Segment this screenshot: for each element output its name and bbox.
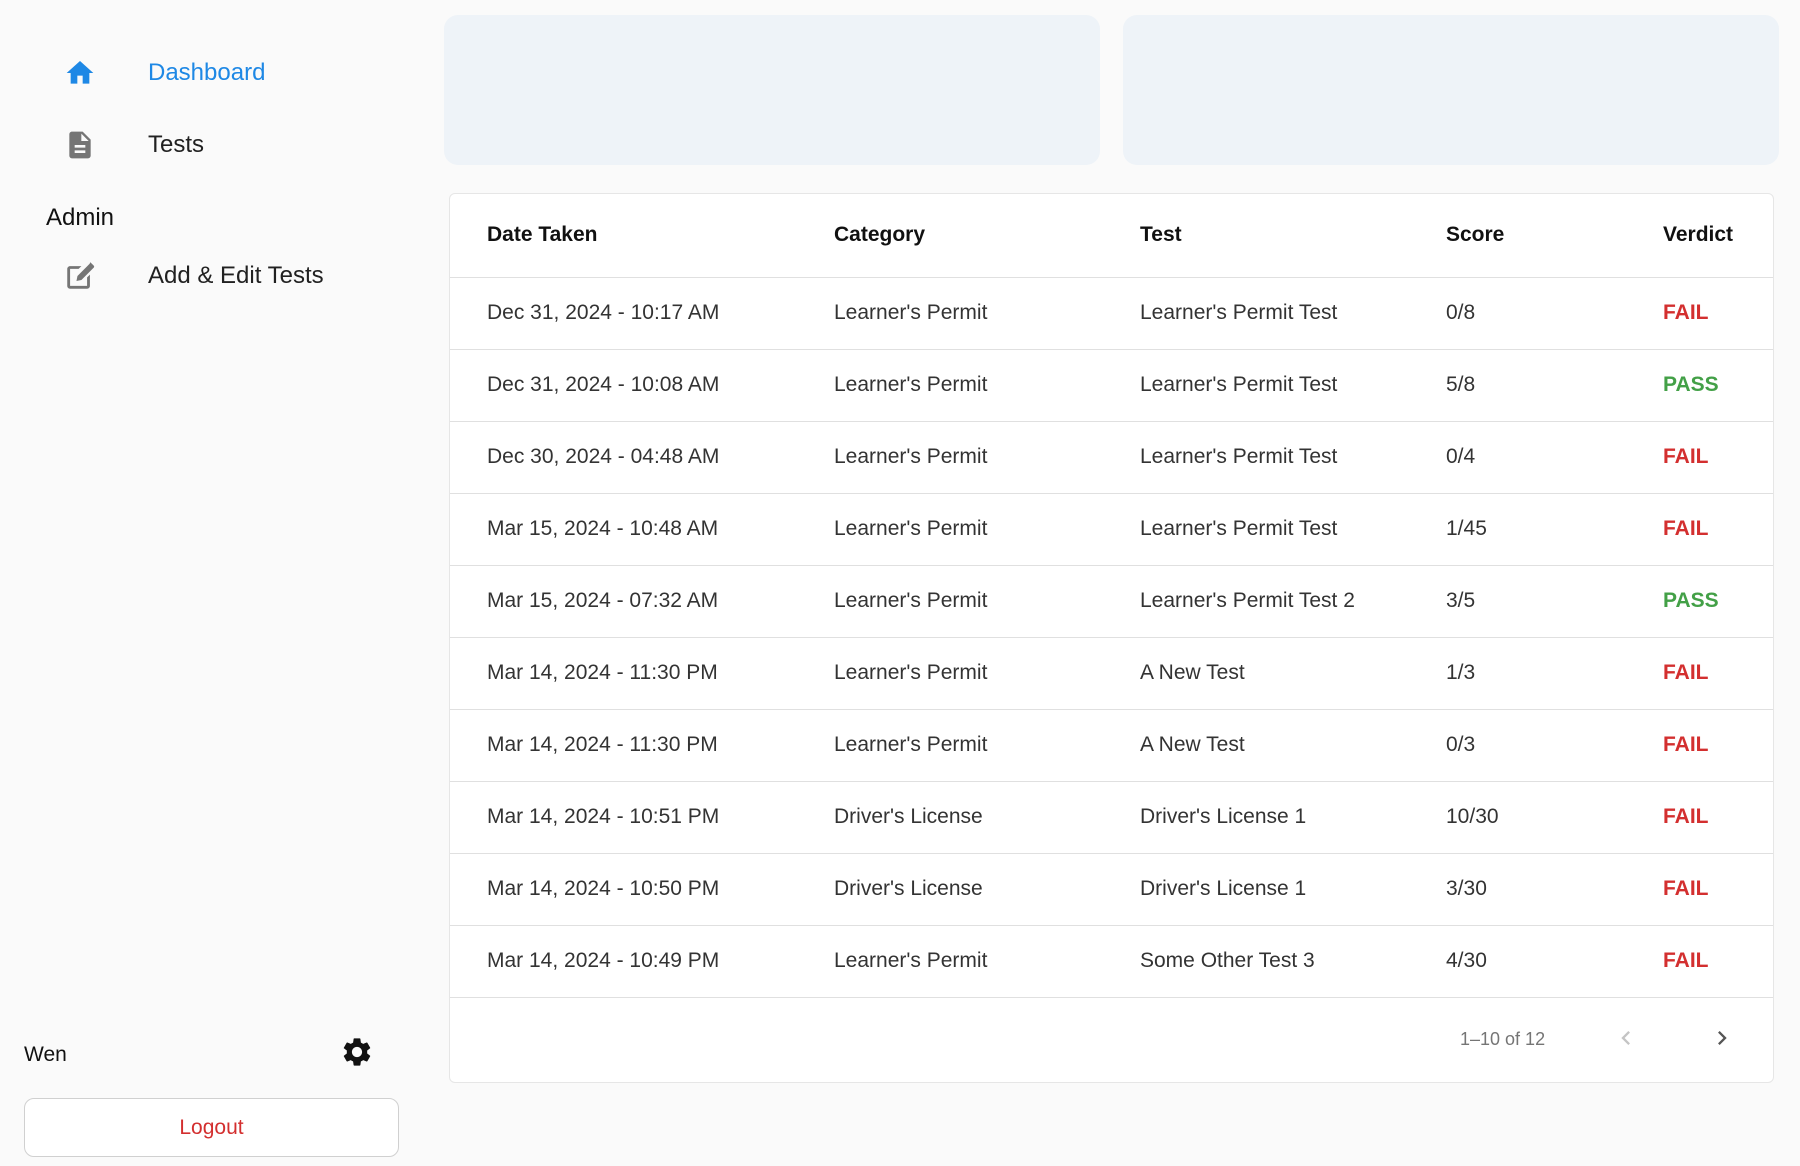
table-row[interactable]: Mar 15, 2024 - 07:32 AM Learner's Permit L… [450, 565, 1773, 638]
cell-category: Learner's Permit [797, 709, 1103, 782]
cell-score: 5/8 [1409, 349, 1663, 422]
logout-button[interactable]: Logout [24, 1098, 399, 1157]
cell-score: 10/30 [1409, 781, 1663, 854]
cell-date-taken: Mar 15, 2024 - 07:32 AM [450, 565, 797, 638]
cell-category: Learner's Permit [797, 637, 1103, 710]
table-row[interactable]: Mar 14, 2024 - 10:51 PM Driver's License D… [450, 781, 1773, 854]
column-header-category[interactable]: Category [797, 194, 1103, 278]
cell-category: Learner's Permit [797, 349, 1103, 422]
cell-date-taken: Dec 31, 2024 - 10:08 AM [450, 349, 797, 422]
user-name: Wen [24, 1043, 67, 1066]
cell-score: 0/4 [1409, 421, 1663, 494]
cell-date-taken: Mar 14, 2024 - 10:50 PM [450, 853, 797, 926]
column-header-test[interactable]: Test [1103, 194, 1409, 278]
summary-card [1123, 15, 1779, 165]
table-row[interactable]: Dec 31, 2024 - 10:08 AM Learner's Permit L… [450, 349, 1773, 422]
gear-icon [340, 1035, 374, 1074]
results-table-panel: Date Taken Category Test Score Verdict D… [449, 193, 1774, 1083]
cell-score: 0/3 [1409, 709, 1663, 782]
cell-test: Learner's Permit Test [1103, 421, 1409, 494]
table-row[interactable]: Mar 14, 2024 - 10:50 PM Driver's License D… [450, 853, 1773, 926]
summary-card [444, 15, 1100, 165]
column-header-score[interactable]: Score [1409, 194, 1663, 278]
cell-test: Learner's Permit Test [1103, 277, 1409, 350]
sidebar-item-dashboard[interactable]: Dashboard [60, 43, 265, 103]
table-row[interactable]: Mar 14, 2024 - 11:30 PM Learner's Permit A… [450, 709, 1773, 782]
sidebar-item-add-edit-tests[interactable]: Add & Edit Tests [60, 246, 324, 306]
previous-page-button[interactable] [1606, 1020, 1646, 1060]
cell-date-taken: Mar 14, 2024 - 10:51 PM [450, 781, 797, 854]
cell-verdict: FAIL [1663, 421, 1773, 494]
cell-date-taken: Mar 14, 2024 - 11:30 PM [450, 637, 797, 710]
cell-test: A New Test [1103, 709, 1409, 782]
cell-category: Learner's Permit [797, 565, 1103, 638]
cell-verdict: PASS [1663, 565, 1773, 638]
cell-verdict: FAIL [1663, 709, 1773, 782]
table-row[interactable]: Dec 30, 2024 - 04:48 AM Learner's Permit L… [450, 421, 1773, 494]
cell-category: Learner's Permit [797, 421, 1103, 494]
admin-section-heading: Admin [46, 204, 115, 231]
cell-score: 3/30 [1409, 853, 1663, 926]
table-header-row: Date Taken Category Test Score Verdict [450, 194, 1773, 278]
sidebar-item-label: Add & Edit Tests [148, 262, 324, 289]
sidebar: Dashboard Tests Admin Add & Edit Tests W… [0, 0, 430, 1166]
results-table: Date Taken Category Test Score Verdict D… [450, 194, 1773, 998]
edit-icon [60, 256, 100, 296]
cell-category: Driver's License [797, 781, 1103, 854]
document-icon [60, 125, 100, 165]
cell-test: Learner's Permit Test [1103, 349, 1409, 422]
next-page-button[interactable] [1702, 1020, 1742, 1060]
cell-date-taken: Mar 15, 2024 - 10:48 AM [450, 493, 797, 566]
chevron-left-icon [1612, 1024, 1640, 1057]
cell-date-taken: Dec 31, 2024 - 10:17 AM [450, 277, 797, 350]
sidebar-item-label: Tests [148, 131, 205, 158]
column-header-verdict[interactable]: Verdict [1663, 194, 1773, 278]
cell-verdict: FAIL [1663, 637, 1773, 710]
cell-verdict: FAIL [1663, 925, 1773, 998]
cell-category: Driver's License [797, 853, 1103, 926]
cell-score: 3/5 [1409, 565, 1663, 638]
table-row[interactable]: Mar 14, 2024 - 11:30 PM Learner's Permit A… [450, 637, 1773, 710]
table-row[interactable]: Mar 14, 2024 - 10:49 PM Learner's Permit S… [450, 925, 1773, 998]
cell-test: Learner's Permit Test [1103, 493, 1409, 566]
sidebar-item-tests[interactable]: Tests [60, 115, 204, 175]
home-icon [60, 53, 100, 93]
cell-score: 1/45 [1409, 493, 1663, 566]
cell-test: Some Other Test 3 [1103, 925, 1409, 998]
cell-score: 0/8 [1409, 277, 1663, 350]
table-row[interactable]: Mar 15, 2024 - 10:48 AM Learner's Permit L… [450, 493, 1773, 566]
cell-category: Learner's Permit [797, 493, 1103, 566]
app: Dashboard Tests Admin Add & Edit Tests W… [0, 0, 1800, 1166]
cell-test: Driver's License 1 [1103, 853, 1409, 926]
cell-test: Driver's License 1 [1103, 781, 1409, 854]
cell-score: 4/30 [1409, 925, 1663, 998]
cell-score: 1/3 [1409, 637, 1663, 710]
settings-button[interactable] [337, 1034, 377, 1074]
cell-test: Learner's Permit Test 2 [1103, 565, 1409, 638]
pagination-info: 1–10 of 12 [1460, 1029, 1546, 1049]
cell-verdict: FAIL [1663, 277, 1773, 350]
cell-test: A New Test [1103, 637, 1409, 710]
cell-verdict: FAIL [1663, 853, 1773, 926]
cell-verdict: FAIL [1663, 781, 1773, 854]
table-row[interactable]: Dec 31, 2024 - 10:17 AM Learner's Permit L… [450, 277, 1773, 350]
cell-category: Learner's Permit [797, 925, 1103, 998]
cell-date-taken: Dec 30, 2024 - 04:48 AM [450, 421, 797, 494]
column-header-date-taken[interactable]: Date Taken [450, 194, 797, 278]
cell-verdict: PASS [1663, 349, 1773, 422]
sidebar-item-label: Dashboard [148, 59, 266, 86]
cell-category: Learner's Permit [797, 277, 1103, 350]
chevron-right-icon [1708, 1024, 1736, 1057]
cell-date-taken: Mar 14, 2024 - 10:49 PM [450, 925, 797, 998]
pagination: 1–10 of 12 [450, 998, 1773, 1082]
cell-verdict: FAIL [1663, 493, 1773, 566]
cell-date-taken: Mar 14, 2024 - 11:30 PM [450, 709, 797, 782]
